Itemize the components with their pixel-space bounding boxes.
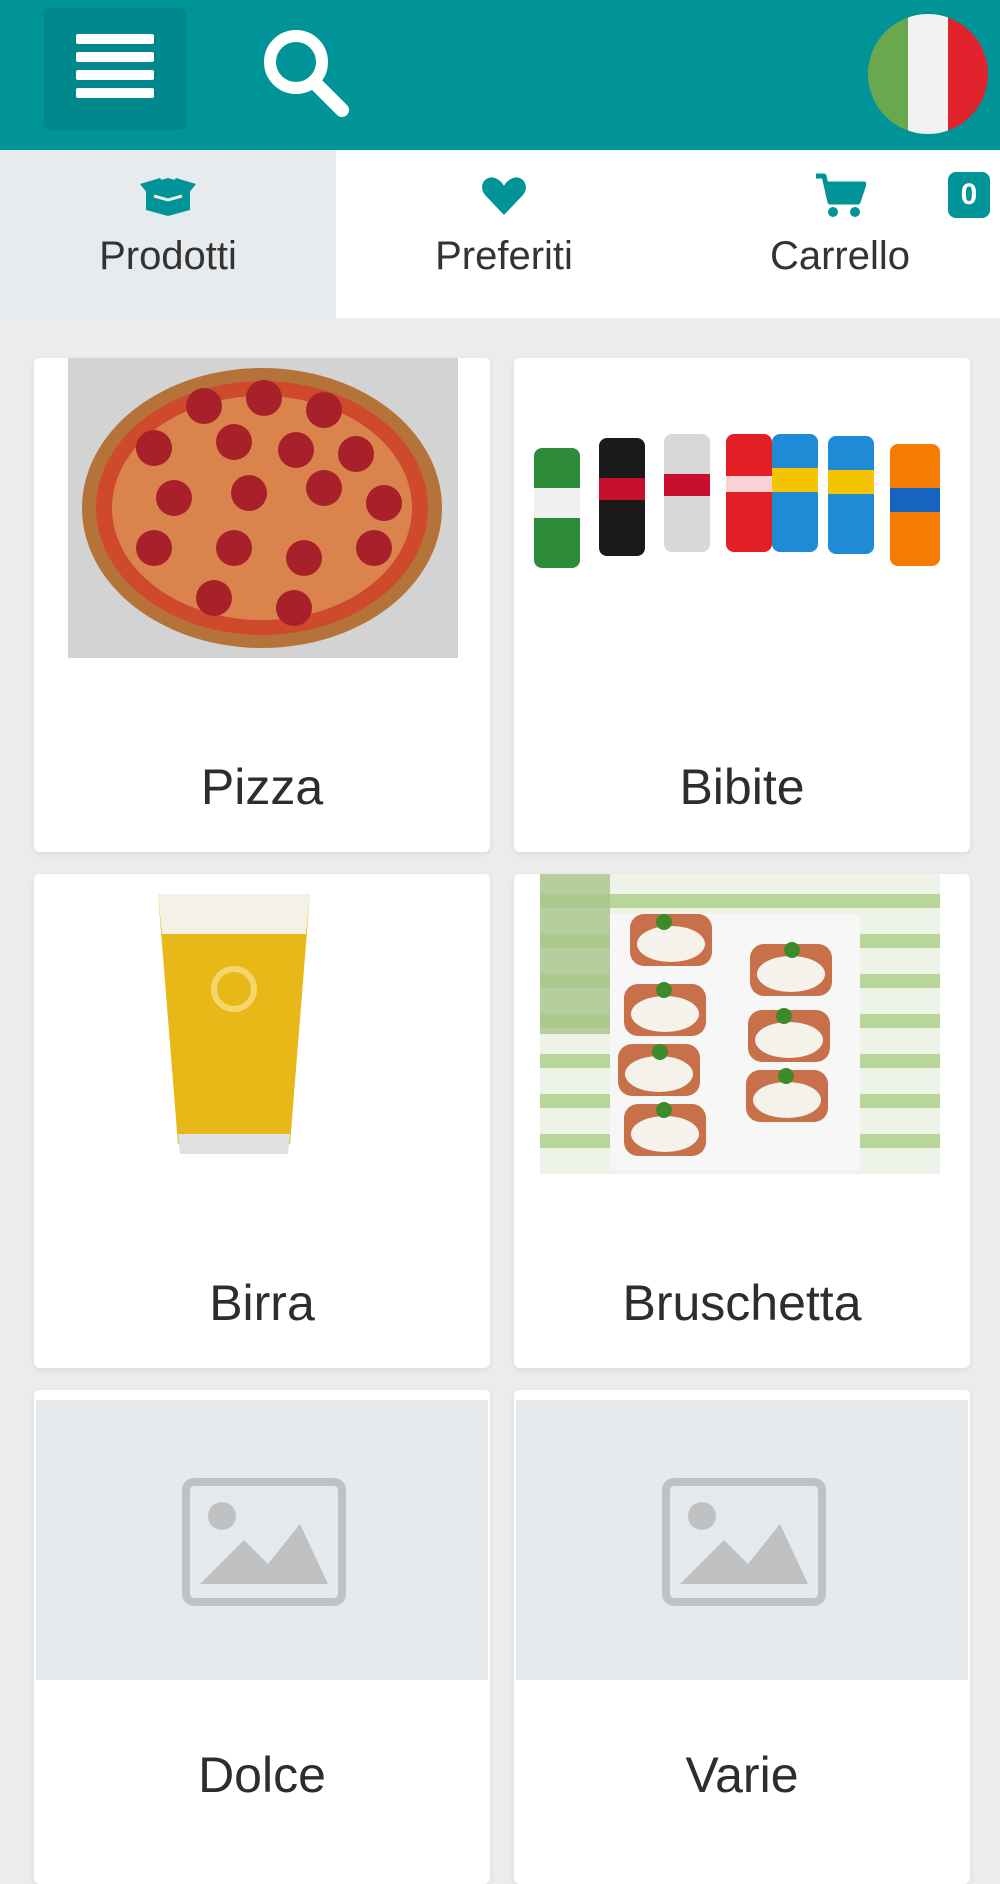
beer-glass-image bbox=[34, 874, 490, 1174]
category-card-pizza[interactable]: Pizza bbox=[34, 358, 490, 852]
category-name: Bibite bbox=[679, 759, 805, 815]
menu-button[interactable] bbox=[44, 8, 186, 130]
category-card-birra[interactable]: Birra bbox=[34, 874, 490, 1368]
category-name: Birra bbox=[209, 1275, 315, 1331]
placeholder-image bbox=[36, 1400, 488, 1680]
tab-prodotti-label: Prodotti bbox=[99, 234, 237, 278]
search-button[interactable] bbox=[256, 24, 356, 124]
category-card-bruschetta[interactable]: Bruschetta bbox=[514, 874, 970, 1368]
cart-icon bbox=[816, 173, 866, 217]
cart-count-badge: 0 bbox=[948, 172, 990, 218]
bruschetta-image bbox=[540, 874, 940, 1174]
tab-preferiti-label: Preferiti bbox=[435, 234, 573, 278]
tab-carrello-label: Carrello bbox=[769, 234, 911, 278]
tab-preferiti[interactable]: Preferiti bbox=[336, 150, 672, 318]
box-icon bbox=[140, 178, 196, 216]
image-placeholder-icon bbox=[182, 1478, 346, 1606]
category-name: Bruschetta bbox=[622, 1275, 862, 1331]
italian-flag-icon bbox=[868, 14, 908, 134]
tab-prodotti[interactable]: Prodotti bbox=[0, 150, 336, 318]
tab-bar: Prodotti Preferiti Carrello bbox=[0, 150, 1000, 318]
category-card-varie[interactable]: Varie bbox=[514, 1390, 970, 1884]
category-name: Varie bbox=[685, 1747, 799, 1803]
category-name: Dolce bbox=[198, 1747, 326, 1803]
category-grid: Pizza Bibite Birra Bruschetta Dolce Vari… bbox=[0, 318, 1000, 1884]
top-bar bbox=[0, 0, 1000, 150]
pizza-image bbox=[68, 358, 458, 658]
image-placeholder-icon bbox=[662, 1478, 826, 1606]
placeholder-image bbox=[516, 1400, 968, 1680]
category-name: Pizza bbox=[200, 759, 324, 815]
category-card-dolce[interactable]: Dolce bbox=[34, 1390, 490, 1884]
language-flag-button[interactable] bbox=[868, 14, 988, 134]
flag-white-band bbox=[908, 14, 948, 134]
soda-cans-image bbox=[514, 358, 970, 658]
heart-icon bbox=[482, 177, 526, 215]
category-card-bibite[interactable]: Bibite bbox=[514, 358, 970, 852]
flag-red-band bbox=[948, 14, 988, 134]
search-icon bbox=[264, 30, 349, 117]
